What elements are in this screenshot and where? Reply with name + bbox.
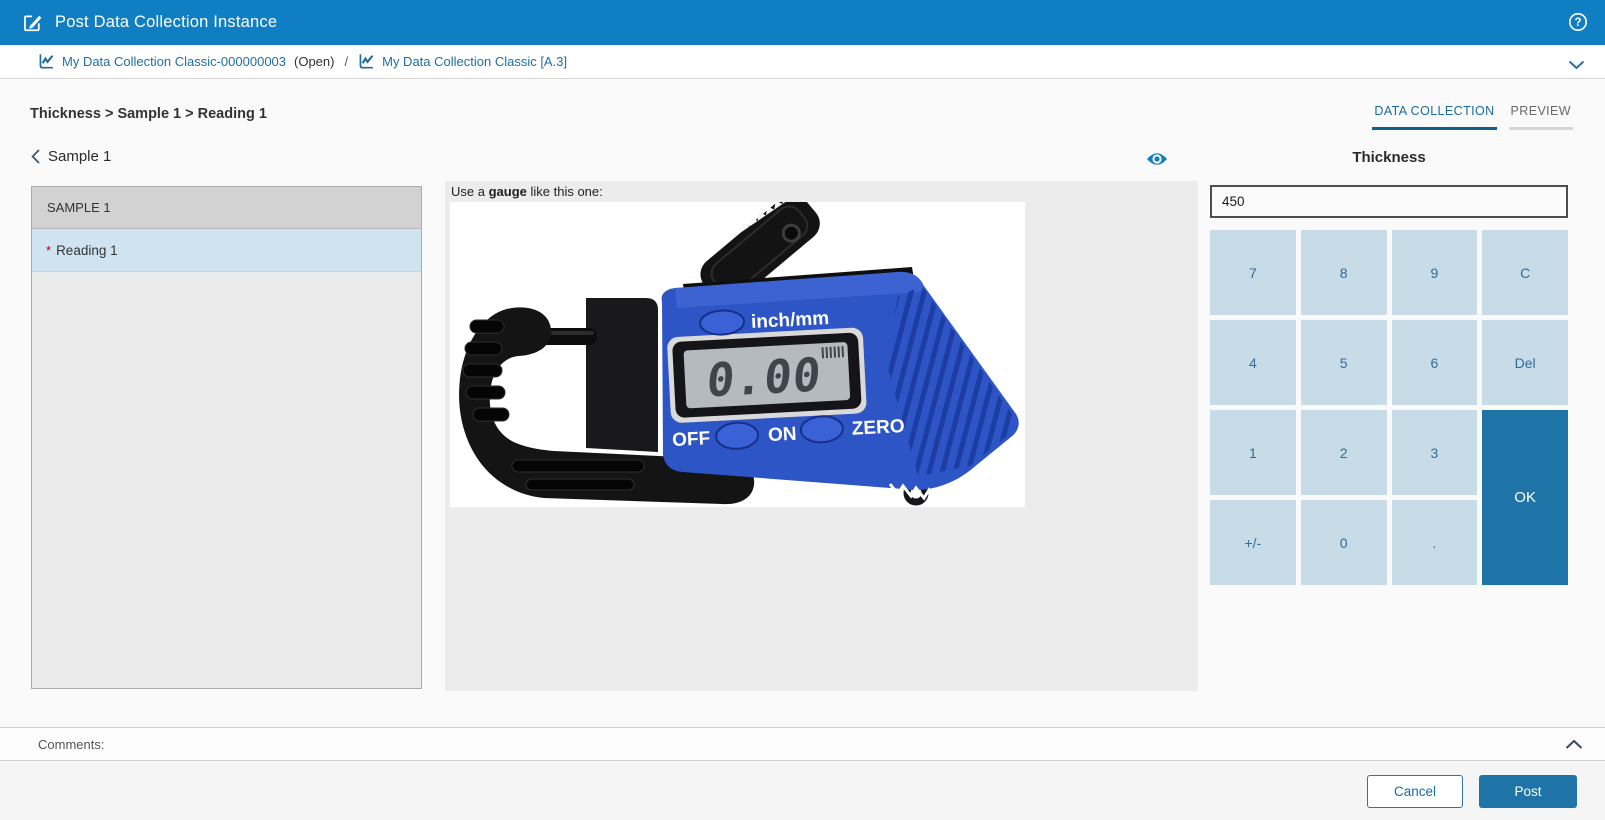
entry-title: Thickness bbox=[1352, 149, 1426, 166]
key-clear[interactable]: C bbox=[1482, 230, 1568, 315]
app-root: Post Data Collection Instance ? My Data … bbox=[0, 0, 1605, 820]
eye-icon[interactable] bbox=[1146, 152, 1168, 171]
line-chart-icon bbox=[39, 54, 54, 69]
post-button[interactable]: Post bbox=[1479, 775, 1577, 808]
help-circle-icon[interactable]: ? bbox=[1568, 12, 1588, 32]
gauge-zero-label: ZERO bbox=[851, 416, 905, 440]
sample-panel: SAMPLE 1 * Reading 1 bbox=[31, 186, 422, 689]
key-6[interactable]: 6 bbox=[1391, 320, 1478, 405]
line-chart-icon bbox=[359, 54, 374, 69]
key-ok[interactable]: OK bbox=[1482, 410, 1568, 585]
key-decimal[interactable]: . bbox=[1391, 500, 1478, 585]
reading-label: Reading 1 bbox=[56, 242, 118, 258]
cancel-button[interactable]: Cancel bbox=[1367, 775, 1463, 808]
gauge-image: 0.00 inch/mm OFF ON ZERO bbox=[450, 194, 1025, 507]
chevron-down-icon[interactable] bbox=[1568, 58, 1585, 73]
tab-bar: DATA COLLECTION PREVIEW bbox=[1372, 104, 1573, 130]
sample-group-header[interactable]: SAMPLE 1 bbox=[32, 187, 421, 229]
gauge-display-value: 0.00 bbox=[705, 347, 824, 407]
key-3[interactable]: 3 bbox=[1391, 410, 1478, 495]
key-5[interactable]: 5 bbox=[1300, 320, 1387, 405]
breadcrumb-collection-link[interactable]: My Data Collection Classic-000000003 bbox=[38, 53, 286, 70]
thickness-value-input[interactable] bbox=[1210, 185, 1568, 218]
chevron-up-icon[interactable] bbox=[1565, 738, 1583, 753]
back-nav-label: Sample 1 bbox=[48, 148, 112, 165]
status-badge: (Open) bbox=[294, 54, 335, 69]
numeric-keypad: 7 8 9 C 4 5 6 Del 1 2 3 OK +/- 0 . bbox=[1210, 230, 1568, 585]
gauge-instruction-panel: Use a gauge like this one: 0.00 inch/mm … bbox=[445, 181, 1198, 691]
footer-bar: Cancel Post bbox=[0, 762, 1605, 820]
edit-note-icon bbox=[22, 12, 43, 33]
key-1[interactable]: 1 bbox=[1210, 410, 1296, 495]
breadcrumb: My Data Collection Classic-000000003 (Op… bbox=[0, 45, 1605, 79]
tab-data-collection[interactable]: DATA COLLECTION bbox=[1372, 104, 1497, 130]
key-4[interactable]: 4 bbox=[1210, 320, 1296, 405]
breadcrumb-separator: / bbox=[344, 54, 349, 69]
required-marker: * bbox=[46, 242, 52, 258]
key-plus-minus[interactable]: +/- bbox=[1210, 500, 1296, 585]
breadcrumb-collection-label: My Data Collection Classic-000000003 bbox=[62, 54, 287, 69]
key-delete[interactable]: Del bbox=[1482, 320, 1568, 405]
page-title: Post Data Collection Instance bbox=[55, 13, 278, 31]
svg-text:?: ? bbox=[1574, 17, 1581, 29]
gauge-unit-label: inch/mm bbox=[751, 308, 830, 333]
context-path: Thickness > Sample 1 > Reading 1 bbox=[30, 106, 267, 122]
breadcrumb-spec-link[interactable]: My Data Collection Classic [A.3] bbox=[358, 53, 567, 70]
back-to-sample[interactable]: Sample 1 bbox=[31, 148, 111, 165]
key-0[interactable]: 0 bbox=[1300, 500, 1387, 585]
title-bar: Post Data Collection Instance ? bbox=[0, 0, 1605, 45]
gauge-off-label: OFF bbox=[672, 428, 711, 451]
key-9[interactable]: 9 bbox=[1391, 230, 1478, 315]
list-item-reading[interactable]: * Reading 1 bbox=[32, 229, 421, 272]
key-2[interactable]: 2 bbox=[1300, 410, 1387, 495]
key-8[interactable]: 8 bbox=[1300, 230, 1387, 315]
comments-bar: Comments: bbox=[0, 727, 1605, 761]
breadcrumb-spec-label: My Data Collection Classic [A.3] bbox=[382, 54, 568, 69]
chevron-left-icon bbox=[31, 149, 40, 164]
instruction-text: Use a gauge like this one: bbox=[451, 184, 603, 199]
comments-label: Comments: bbox=[38, 736, 105, 752]
gauge-on-label: ON bbox=[768, 424, 798, 446]
key-7[interactable]: 7 bbox=[1210, 230, 1296, 315]
tab-preview[interactable]: PREVIEW bbox=[1508, 104, 1573, 130]
